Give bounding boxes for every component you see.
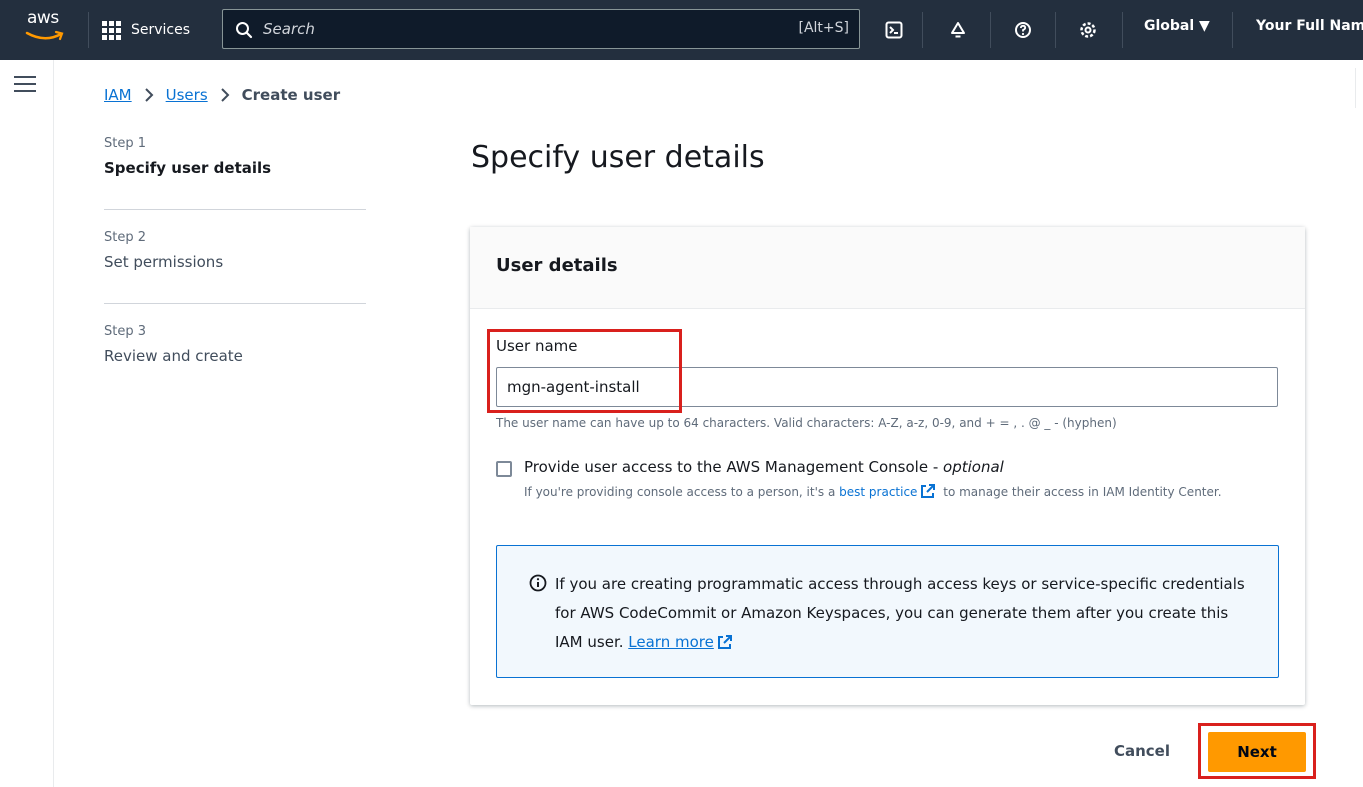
settings-icon — [1080, 22, 1096, 38]
nav-divider — [1055, 12, 1056, 48]
cloudshell-button[interactable] — [878, 14, 910, 46]
breadcrumb-link-iam[interactable]: IAM — [104, 86, 132, 104]
learn-more-link[interactable]: Learn more — [628, 633, 714, 651]
step-title: Review and create — [104, 347, 243, 365]
step-divider — [104, 303, 366, 304]
user-name-input[interactable] — [496, 367, 1278, 407]
console-access-desc-before: If you're providing console access to a … — [524, 485, 840, 499]
console-access-label-text: Provide user access to the AWS Managemen… — [524, 458, 944, 476]
account-menu[interactable]: Your Full Name — [1256, 18, 1363, 34]
region-selector[interactable]: Global ▼ — [1144, 18, 1210, 34]
services-menu-button[interactable]: Services — [102, 11, 190, 49]
console-access-checkbox[interactable] — [496, 461, 512, 477]
best-practice-link[interactable]: best practice — [839, 485, 917, 499]
menu-icon[interactable] — [14, 76, 36, 92]
wizard-step-3[interactable]: Step 3 Review and create — [104, 324, 366, 381]
search-icon — [236, 22, 253, 39]
nav-divider — [1122, 12, 1123, 48]
search-bar[interactable]: [Alt+S] — [222, 9, 860, 49]
breadcrumb: IAM Users Create user — [104, 86, 340, 104]
cancel-button[interactable]: Cancel — [1097, 730, 1187, 772]
aws-logo-text: aws — [27, 8, 59, 28]
step-divider — [104, 209, 366, 210]
tools-panel-edge — [1355, 68, 1356, 108]
cloudshell-icon — [885, 21, 903, 39]
step-title: Specify user details — [104, 159, 272, 177]
external-link-icon[interactable] — [717, 634, 733, 650]
breadcrumb-current: Create user — [241, 86, 341, 104]
nav-divider — [1232, 12, 1233, 48]
console-access-desc-after: to manage their access in IAM Identity C… — [939, 485, 1222, 499]
panel-header: User details — [470, 227, 1305, 309]
page-title: Specify user details — [471, 140, 765, 175]
aws-logo[interactable]: aws — [25, 8, 67, 48]
bell-icon — [951, 22, 965, 38]
aws-smile-icon — [25, 30, 64, 41]
side-navigation-rail — [0, 60, 54, 787]
info-icon — [529, 574, 547, 592]
next-button[interactable]: Next — [1208, 732, 1306, 772]
step-title: Set permissions — [104, 253, 224, 271]
optional-label: optional — [943, 458, 1004, 476]
breadcrumb-link-users[interactable]: Users — [166, 86, 208, 104]
console-access-description: If you're providing console access to a … — [524, 483, 1314, 501]
step-label: Step 3 — [104, 324, 147, 339]
user-name-hint: The user name can have up to 64 characte… — [496, 416, 1117, 430]
nav-divider — [88, 12, 89, 48]
search-input[interactable] — [263, 14, 763, 44]
external-link-icon[interactable] — [920, 483, 936, 499]
user-details-panel: User details User name The user name can… — [470, 227, 1305, 705]
search-shortcut-hint: [Alt+S] — [798, 20, 850, 36]
wizard-step-1: Step 1 Specify user details — [104, 136, 366, 193]
chevron-right-icon — [220, 88, 230, 102]
nav-divider — [990, 12, 991, 48]
top-navigation-bar: aws Services [Alt+S] — [0, 0, 1363, 60]
panel-title: User details — [496, 255, 618, 276]
chevron-right-icon — [144, 88, 154, 102]
step-label: Step 2 — [104, 230, 147, 245]
help-button[interactable] — [1007, 14, 1039, 46]
nav-divider — [922, 12, 923, 48]
services-label: Services — [131, 22, 191, 38]
settings-button[interactable] — [1072, 14, 1104, 46]
step-label: Step 1 — [104, 136, 147, 151]
wizard-steps: Step 1 Specify user details Step 2 Set p… — [104, 136, 366, 381]
console-access-label[interactable]: Provide user access to the AWS Managemen… — [524, 458, 1004, 476]
notifications-button[interactable] — [942, 14, 974, 46]
info-alert-text: If you are creating programmatic access … — [555, 570, 1245, 657]
info-alert: If you are creating programmatic access … — [496, 545, 1279, 678]
wizard-step-2[interactable]: Step 2 Set permissions — [104, 230, 366, 287]
user-name-label: User name — [496, 337, 578, 355]
help-icon — [1015, 22, 1031, 38]
grid-icon — [102, 20, 121, 40]
